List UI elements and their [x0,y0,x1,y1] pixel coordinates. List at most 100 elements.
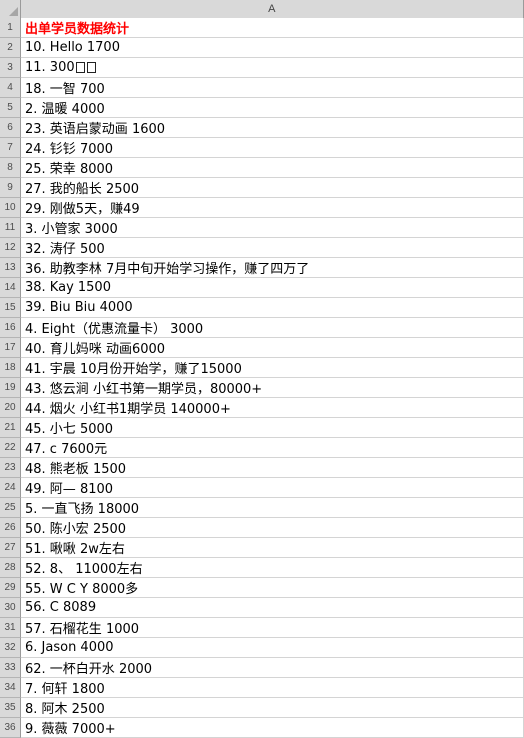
cell-a32[interactable]: 6. Jason 4000 [21,638,524,658]
row-header-30[interactable]: 30 [0,598,21,618]
row-header-23[interactable]: 23 [0,458,21,478]
row-header-21[interactable]: 21 [0,418,21,438]
row-header-14[interactable]: 14 [0,278,21,298]
cell-a14[interactable]: 38. Kay 1500 [21,278,524,298]
grid-row: 30 56. C 8089 [0,598,524,618]
grid-row: 31 57. 石榴花生 1000 [0,618,524,638]
cell-a23[interactable]: 48. 熊老板 1500 [21,458,524,478]
cell-a8[interactable]: 25. 荣幸 8000 [21,158,524,178]
cell-a5[interactable]: 2. 温暖 4000 [21,98,524,118]
row-header-7[interactable]: 7 [0,138,21,158]
grid-row: 14 38. Kay 1500 [0,278,524,298]
cell-a29[interactable]: 55. W C Y 8000多 [21,578,524,598]
cell-a13[interactable]: 36. 助教李林 7月中旬开始学习操作，赚了四万了 [21,258,524,278]
cell-a27[interactable]: 51. 啾啾 2w左右 [21,538,524,558]
cell-a18[interactable]: 41. 宇晨 10月份开始学，赚了15000 [21,358,524,378]
row-header-33[interactable]: 33 [0,658,21,678]
cell-a6[interactable]: 23. 英语启蒙动画 1600 [21,118,524,138]
cell-a36[interactable]: 9. 薇薇 7000+ [21,718,524,738]
cell-a11[interactable]: 3. 小管家 3000 [21,218,524,238]
grid-row: 27 51. 啾啾 2w左右 [0,538,524,558]
row-header-16[interactable]: 16 [0,318,21,338]
row-header-20[interactable]: 20 [0,398,21,418]
cell-a7[interactable]: 24. 钐钐 7000 [21,138,524,158]
grid-row: 2 10. Hello 1700 [0,38,524,58]
cell-a12[interactable]: 32. 涛仔 500 [21,238,524,258]
grid-row: 32 6. Jason 4000 [0,638,524,658]
cell-a15[interactable]: 39. Biu Biu 4000 [21,298,524,318]
cell-a25[interactable]: 5. 一直飞扬 18000 [21,498,524,518]
cell-a34[interactable]: 7. 何轩 1800 [21,678,524,698]
missing-glyph-box [75,62,85,73]
cell-a22[interactable]: 47. c 7600元 [21,438,524,458]
row-header-27[interactable]: 27 [0,538,21,558]
grid-row: 15 39. Biu Biu 4000 [0,298,524,318]
grid-row: 6 23. 英语启蒙动画 1600 [0,118,524,138]
row-header-22[interactable]: 22 [0,438,21,458]
row-header-29[interactable]: 29 [0,578,21,598]
grid-row: 11 3. 小管家 3000 [0,218,524,238]
cell-a9[interactable]: 27. 我的船长 2500 [21,178,524,198]
cell-a4[interactable]: 18. 一智 700 [21,78,524,98]
cell-a35[interactable]: 8. 阿木 2500 [21,698,524,718]
cell-a26[interactable]: 50. 陈小宏 2500 [21,518,524,538]
cell-a30[interactable]: 56. C 8089 [21,598,524,618]
row-header-17[interactable]: 17 [0,338,21,358]
row-header-8[interactable]: 8 [0,158,21,178]
cell-a16[interactable]: 4. Eight（优惠流量卡） 3000 [21,318,524,338]
grid-row: 22 47. c 7600元 [0,438,524,458]
grid-row: 28 52. 8、 11000左右 [0,558,524,578]
grid-row: 5 2. 温暖 4000 [0,98,524,118]
cell-a33[interactable]: 62. 一杯白开水 2000 [21,658,524,678]
grid-row: 9 27. 我的船长 2500 [0,178,524,198]
row-header-9[interactable]: 9 [0,178,21,198]
grid-row: 23 48. 熊老板 1500 [0,458,524,478]
row-header-25[interactable]: 25 [0,498,21,518]
row-header-28[interactable]: 28 [0,558,21,578]
select-all-corner[interactable] [0,0,21,18]
row-header-36[interactable]: 36 [0,718,21,738]
row-header-12[interactable]: 12 [0,238,21,258]
row-header-19[interactable]: 19 [0,378,21,398]
cell-a28[interactable]: 52. 8、 11000左右 [21,558,524,578]
row-header-6[interactable]: 6 [0,118,21,138]
cell-a2[interactable]: 10. Hello 1700 [21,38,524,58]
row-header-5[interactable]: 5 [0,98,21,118]
spreadsheet-grid: A 1 出单学员数据统计 2 10. Hello 1700 3 11. 300 4 18. … [0,0,524,738]
row-header-15[interactable]: 15 [0,298,21,318]
cell-a17[interactable]: 40. 育儿妈咪 动画6000 [21,338,524,358]
row-header-10[interactable]: 10 [0,198,21,218]
cell-a21[interactable]: 45. 小七 5000 [21,418,524,438]
cell-a1[interactable]: 出单学员数据统计 [21,18,524,38]
grid-body: 1 出单学员数据统计 2 10. Hello 1700 3 11. 300 4 18. 一智… [0,18,524,738]
grid-row: 21 45. 小七 5000 [0,418,524,438]
column-header-a[interactable]: A [21,0,524,18]
grid-row: 35 8. 阿木 2500 [0,698,524,718]
grid-row: 1 出单学员数据统计 [0,18,524,38]
cell-a31[interactable]: 57. 石榴花生 1000 [21,618,524,638]
cell-a3[interactable]: 11. 300 [21,58,524,78]
row-header-1[interactable]: 1 [0,18,21,38]
row-header-32[interactable]: 32 [0,638,21,658]
cell-a10[interactable]: 29. 刚做5天，赚49 [21,198,524,218]
row-header-18[interactable]: 18 [0,358,21,378]
grid-row: 26 50. 陈小宏 2500 [0,518,524,538]
cell-a20[interactable]: 44. 烟火 小红书1期学员 140000+ [21,398,524,418]
grid-row: 17 40. 育儿妈咪 动画6000 [0,338,524,358]
row-header-4[interactable]: 4 [0,78,21,98]
row-header-13[interactable]: 13 [0,258,21,278]
row-header-26[interactable]: 26 [0,518,21,538]
row-header-35[interactable]: 35 [0,698,21,718]
row-header-3[interactable]: 3 [0,58,21,78]
row-header-11[interactable]: 11 [0,218,21,238]
cell-a24[interactable]: 49. 阿— 8100 [21,478,524,498]
missing-glyph-box [86,62,96,73]
row-header-31[interactable]: 31 [0,618,21,638]
row-header-2[interactable]: 2 [0,38,21,58]
grid-row: 13 36. 助教李林 7月中旬开始学习操作，赚了四万了 [0,258,524,278]
grid-row: 33 62. 一杯白开水 2000 [0,658,524,678]
grid-row: 8 25. 荣幸 8000 [0,158,524,178]
row-header-34[interactable]: 34 [0,678,21,698]
cell-a19[interactable]: 43. 悠云涧 小红书第一期学员，80000+ [21,378,524,398]
row-header-24[interactable]: 24 [0,478,21,498]
